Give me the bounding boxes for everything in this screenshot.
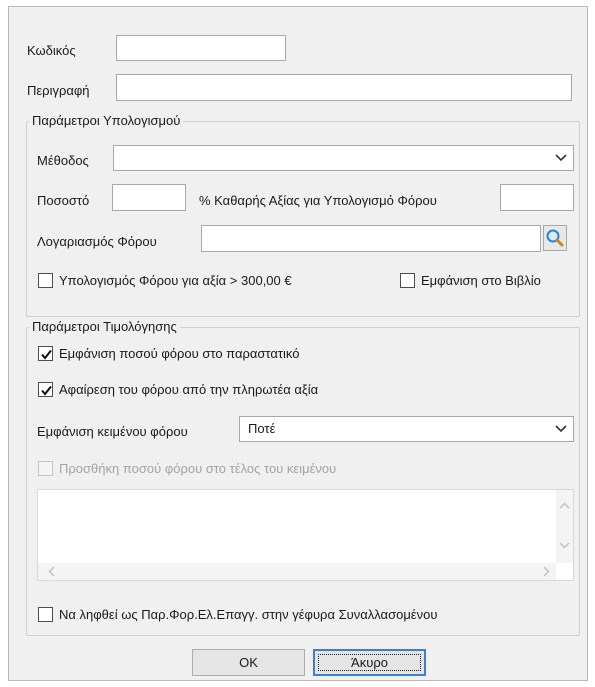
method-label: Μέθοδος (37, 153, 89, 168)
show-in-book-checkbox[interactable] (400, 273, 415, 288)
show-in-book-label: Εμφάνιση στο Βιβλίο (421, 273, 541, 288)
show-text-value: Ποτέ (248, 421, 276, 436)
magnifier-icon (546, 229, 564, 247)
method-select[interactable] (113, 145, 574, 171)
description-input[interactable] (116, 74, 572, 101)
checkmark-icon (41, 385, 52, 396)
deduct-label: Αφαίρεση του φόρου από την πληρωτέα αξία (59, 382, 319, 397)
scroll-down-icon[interactable] (556, 539, 573, 551)
account-input[interactable] (201, 225, 541, 252)
chevron-down-icon (555, 425, 567, 433)
add-amount-label: Προσθήκη ποσού φόρου στο τέλος του κειμέ… (59, 461, 337, 476)
invoice-params-group (26, 327, 580, 636)
percent-input[interactable] (112, 184, 186, 211)
bridge-label: Να ληφθεί ως Παρ.Φορ.Ελ.Επαγγ. στην γέφυ… (59, 607, 438, 622)
chevron-down-icon (555, 154, 567, 162)
scroll-right-icon[interactable] (540, 563, 552, 580)
tax-settings-dialog: Κωδικός Περιγραφή Παράμετροι Υπολογισμού… (8, 6, 588, 681)
code-input[interactable] (116, 35, 286, 61)
description-label: Περιγραφή (27, 83, 90, 98)
show-text-label: Εμφάνιση κειμένου φόρου (37, 424, 188, 439)
vertical-scrollbar[interactable] (556, 490, 573, 563)
show-amount-checkbox[interactable] (38, 346, 53, 361)
tax-over-checkbox[interactable] (38, 273, 53, 288)
scroll-left-icon[interactable] (46, 563, 58, 580)
deduct-checkbox[interactable] (38, 382, 53, 397)
show-amount-label: Εμφάνιση ποσού φόρου στο παραστατικό (59, 346, 300, 361)
horizontal-scrollbar[interactable] (38, 563, 556, 580)
scroll-up-icon[interactable] (556, 500, 573, 512)
invoice-params-title: Παράμετροι Τιμολόγησης (29, 319, 180, 335)
checkmark-icon (41, 349, 52, 360)
tax-text-area[interactable] (37, 489, 574, 581)
percent-label: Ποσοστό (37, 193, 90, 208)
show-text-select[interactable]: Ποτέ (239, 416, 574, 442)
account-label: Λογαριασμός Φόρου (37, 234, 157, 249)
ok-button[interactable]: OK (192, 649, 305, 676)
add-amount-checkbox[interactable] (38, 461, 53, 476)
account-search-button[interactable] (543, 225, 567, 251)
calc-params-title: Παράμετροι Υπολογισμού (29, 113, 184, 129)
cancel-button-label: Άκυρο (351, 655, 388, 670)
tax-over-label: Υπολογισμός Φόρου για αξία > 300,00 € (59, 273, 292, 288)
bridge-checkbox[interactable] (38, 607, 53, 622)
cancel-button[interactable]: Άκυρο (313, 649, 426, 676)
net-value-input[interactable] (500, 184, 574, 211)
net-value-label: % Καθαρής Αξίας για Υπολογισμό Φόρου (199, 193, 437, 208)
code-label: Κωδικός (27, 43, 76, 58)
